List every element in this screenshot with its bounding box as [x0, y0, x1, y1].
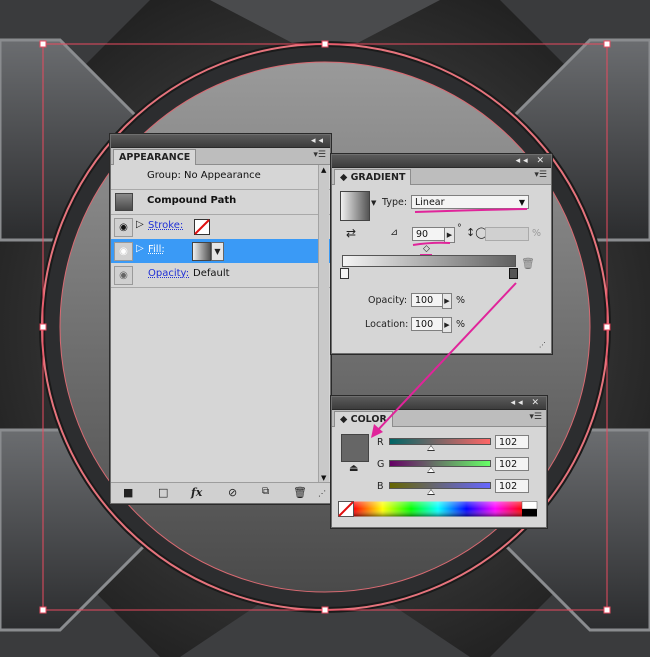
stroke-label[interactable]: Stroke: — [148, 220, 183, 231]
location-value: 100 — [415, 319, 434, 330]
scroll-up-icon[interactable]: ▲ — [321, 166, 326, 174]
fill-color-swatch[interactable] — [341, 434, 369, 462]
opacity-percent: % — [456, 295, 466, 306]
angle-input[interactable]: 90 — [412, 227, 448, 241]
resize-grip-icon[interactable]: ⋰ — [539, 341, 546, 349]
expand-triangle-icon[interactable]: ▷ — [136, 219, 144, 230]
group-label: Group: No Appearance — [147, 170, 261, 181]
collapse-close-icons[interactable]: ◂◂ ✕ — [516, 155, 547, 167]
opacity-label: Opacity: — [368, 295, 408, 306]
opacity-row[interactable]: ◉ Opacity: Default — [111, 263, 330, 288]
gradient-stop-white[interactable] — [340, 268, 349, 279]
scroll-down-icon[interactable]: ▼ — [321, 474, 326, 482]
b-label: B — [377, 481, 384, 492]
tab-gradient[interactable]: ◆ GRADIENT — [334, 169, 412, 185]
fill-gradient-swatch[interactable] — [192, 242, 211, 261]
collapse-close-icons[interactable]: ◂◂ ✕ — [511, 397, 542, 409]
gradient-tabbar: ◆ GRADIENT ▾☰ — [332, 168, 551, 185]
fx-icon[interactable]: fx — [191, 486, 202, 499]
fill-row[interactable]: ◉ ▷ Fill: ▼ — [111, 239, 330, 264]
g-input[interactable]: 102 — [495, 457, 529, 471]
clear-appearance-icon[interactable]: □ — [158, 486, 168, 499]
aspect-unit: % — [532, 228, 542, 239]
b-input[interactable]: 102 — [495, 479, 529, 493]
duplicate-icon[interactable]: ⧉ — [262, 486, 269, 497]
location-dropdown-icon[interactable]: ▶ — [442, 317, 452, 333]
opacity-value: 100 — [415, 295, 434, 306]
panel-titlebar[interactable]: ◂◂ — [111, 135, 330, 148]
b-slider[interactable] — [389, 482, 491, 489]
panel-menu-icon[interactable]: ▾☰ — [529, 412, 542, 422]
scrollbar[interactable]: ▲ ▼ — [318, 165, 329, 483]
resize-grip-icon[interactable]: ⋰ — [318, 489, 326, 498]
b-value: 102 — [499, 481, 518, 492]
appearance-panel: ◂◂ APPEARANCE ▾☰ Group: No Appearance Co… — [110, 134, 331, 504]
expand-triangle-icon[interactable]: ▷ — [136, 243, 144, 254]
no-icon[interactable]: ⊘ — [228, 486, 237, 499]
angle-value: 90 — [416, 229, 429, 240]
opacity-input[interactable]: 100 — [411, 293, 444, 307]
gradient-preview-swatch[interactable] — [340, 191, 370, 221]
group-row[interactable]: Group: No Appearance — [111, 165, 330, 190]
tab-color[interactable]: ◆ COLOR — [334, 411, 393, 427]
angle-icon: ⊿ — [390, 227, 398, 238]
appearance-toolbar: ■ □ fx ⊘ ⧉ 🗑 ⋰ — [111, 482, 330, 503]
color-panel: ◂◂ ✕ ◆ COLOR ▾☰ ⏏ R 102 G 102 B 102 — [331, 396, 547, 528]
panel-titlebar[interactable]: ◂◂ ✕ — [332, 155, 551, 168]
collapse-close-icons[interactable]: ◂◂ — [311, 135, 326, 147]
r-slider[interactable] — [389, 438, 491, 445]
compound-path-row[interactable]: Compound Path — [111, 190, 330, 215]
gradient-slider[interactable] — [342, 255, 516, 267]
panel-titlebar[interactable]: ◂◂ ✕ — [332, 397, 546, 410]
out-of-web-warning-icon[interactable]: ⏏ — [349, 463, 358, 474]
tab-appearance[interactable]: APPEARANCE — [113, 149, 197, 165]
g-value: 102 — [499, 459, 518, 470]
color-spectrum[interactable] — [338, 501, 538, 517]
stroke-none-swatch[interactable] — [194, 219, 210, 235]
angle-annotation-line — [412, 241, 451, 246]
compound-path-label: Compound Path — [147, 195, 237, 206]
eye-icon[interactable]: ◉ — [114, 242, 133, 261]
g-label: G — [377, 459, 385, 470]
g-slider-handle[interactable] — [427, 467, 435, 473]
new-art-icon[interactable]: ■ — [123, 486, 133, 499]
appearance-tabbar: APPEARANCE ▾☰ — [111, 148, 330, 165]
opacity-label[interactable]: Opacity: — [148, 268, 189, 279]
g-slider[interactable] — [389, 460, 491, 467]
b-slider-handle[interactable] — [427, 489, 435, 495]
chevron-down-icon[interactable]: ▼ — [371, 199, 376, 207]
r-value: 102 — [499, 437, 518, 448]
r-slider-handle[interactable] — [427, 445, 435, 451]
stroke-row[interactable]: ◉ ▷ Stroke: — [111, 215, 330, 240]
location-label: Location: — [365, 319, 409, 330]
panel-menu-icon[interactable]: ▾☰ — [534, 170, 547, 180]
tab-color-label: COLOR — [350, 414, 387, 425]
delete-stop-icon[interactable]: 🗑 — [521, 257, 535, 270]
location-input[interactable]: 100 — [411, 317, 444, 331]
r-input[interactable]: 102 — [495, 435, 529, 449]
type-label: Type: — [382, 197, 408, 208]
gradient-panel: ◂◂ ✕ ◆ GRADIENT ▾☰ ▼ Type: Linear ▼ ⇄ ⊿ … — [331, 154, 552, 354]
location-percent: % — [456, 319, 466, 330]
type-annotation-line — [414, 208, 528, 213]
eye-icon[interactable]: ◉ — [114, 218, 133, 237]
r-label: R — [377, 437, 384, 448]
aspect-input[interactable] — [485, 227, 529, 241]
degree-symbol: ° — [457, 223, 462, 234]
tab-gradient-label: GRADIENT — [350, 172, 406, 183]
compound-path-thumbnail — [115, 193, 133, 211]
eye-icon[interactable]: ◉ — [114, 266, 133, 285]
trash-icon[interactable]: 🗑 — [293, 486, 307, 499]
opacity-value: Default — [193, 268, 230, 279]
color-tabbar: ◆ COLOR ▾☰ — [332, 410, 546, 427]
opacity-dropdown-icon[interactable]: ▶ — [442, 293, 452, 309]
reverse-gradient-icon[interactable]: ⇄ — [346, 226, 356, 240]
fill-label[interactable]: Fill: — [148, 244, 165, 255]
gradient-stop-gray[interactable] — [509, 268, 518, 279]
panel-menu-icon[interactable]: ▾☰ — [313, 150, 326, 160]
chevron-down-icon[interactable]: ▼ — [211, 242, 224, 261]
